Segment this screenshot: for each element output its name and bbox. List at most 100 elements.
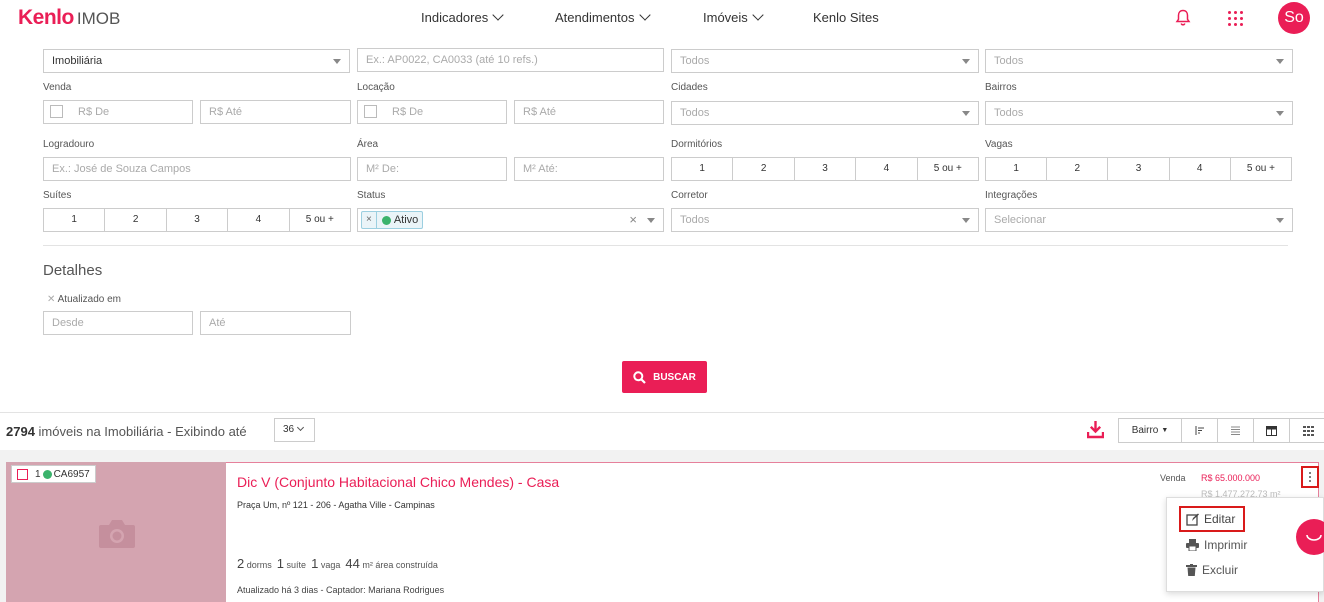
caret-down-icon (962, 218, 970, 223)
caret-down-icon: ▼ (1161, 427, 1169, 434)
dormitorios-option-4[interactable]: 4 (856, 158, 918, 180)
area-ate-input[interactable]: M² Até: (514, 157, 664, 181)
property-title[interactable]: Dic V (Conjunto Habitacional Chico Mende… (237, 474, 559, 490)
chevron-down-icon (752, 9, 764, 21)
remove-filter-icon[interactable]: ✕ (47, 294, 55, 305)
reference-placeholder: Ex.: AP0022, CA0033 (até 10 refs.) (366, 54, 538, 66)
top-navbar: Kenlo IMOB Indicadores Atendimentos Imóve… (0, 0, 1324, 36)
chat-fab-button[interactable] (1296, 519, 1324, 555)
venda-checkbox[interactable] (50, 105, 63, 118)
search-button-label: BUSCAR (653, 371, 696, 383)
property-photo[interactable] (6, 462, 226, 602)
cidades-select[interactable]: Todos (671, 101, 979, 125)
imobiliaria-value: Imobiliária (52, 55, 103, 67)
locacao-checkbox[interactable] (364, 105, 377, 118)
area-de-placeholder: M² De: (366, 163, 399, 175)
status-clear-icon[interactable]: × (629, 209, 637, 231)
menu-item-excluir[interactable]: Excluir (1186, 563, 1238, 577)
bell-icon[interactable] (1175, 9, 1191, 27)
suites-option-1[interactable]: 1 (44, 209, 106, 231)
logo-brand: Kenlo (18, 6, 74, 29)
atualizado-label: Atualizado em (57, 294, 121, 305)
logradouro-placeholder: Ex.: José de Souza Campos (52, 163, 191, 175)
integracoes-select[interactable]: Selecionar (985, 208, 1293, 232)
vagas-option-3[interactable]: 3 (1108, 158, 1170, 180)
sort-icon (1195, 426, 1204, 435)
caret-down-icon (1276, 111, 1284, 116)
table-view-button[interactable] (1254, 419, 1290, 442)
results-count-number: 2794 (6, 424, 35, 439)
tag-remove-icon[interactable]: × (362, 212, 377, 228)
desde-placeholder: Desde (52, 317, 84, 329)
list-view-button[interactable] (1218, 419, 1254, 442)
search-button[interactable]: BUSCAR (622, 361, 707, 393)
atualizado-desde-input[interactable]: Desde (43, 311, 193, 335)
type-select[interactable]: Todos (671, 49, 979, 73)
suites-option-3[interactable]: 3 (167, 209, 229, 231)
locacao-ate-placeholder: R$ Até (523, 106, 557, 118)
more-options-button[interactable] (1301, 466, 1319, 488)
vagas-option-1[interactable]: 1 (986, 158, 1048, 180)
menu-item-imprimir[interactable]: Imprimir (1186, 538, 1247, 552)
dormitorios-option-2[interactable]: 2 (733, 158, 795, 180)
suites-option-2[interactable]: 2 (105, 209, 167, 231)
logo-suffix: IMOB (76, 9, 121, 28)
bairros-select[interactable]: Todos (985, 101, 1293, 125)
vagas-option-4[interactable]: 4 (1170, 158, 1231, 180)
logradouro-label: Logradouro (43, 139, 95, 150)
venda-label: Venda (43, 82, 72, 93)
chevron-down-icon (492, 9, 504, 21)
dormitorios-option-5plus[interactable]: 5 ou + (918, 158, 978, 180)
nav-atendimentos[interactable]: Atendimentos (555, 9, 651, 25)
area-value: 44 (345, 556, 360, 571)
nav-kenlo-sites[interactable]: Kenlo Sites (813, 10, 879, 25)
dormitorios-option-3[interactable]: 3 (795, 158, 857, 180)
vagas-option-5plus[interactable]: 5 ou + (1231, 158, 1291, 180)
locacao-ate-input[interactable]: R$ Até (514, 100, 664, 124)
property-venda-label: Venda (1160, 473, 1186, 483)
dorms-label: dorms (246, 560, 272, 570)
atualizado-ate-input[interactable]: Até (200, 311, 351, 335)
imobiliaria-select[interactable]: Imobiliária (43, 49, 350, 73)
venda-ate-input[interactable]: R$ Até (200, 100, 351, 124)
kenlo-logo[interactable]: Kenlo IMOB (18, 6, 120, 30)
results-count-text: imóveis na Imobiliária - Exibindo até (38, 424, 247, 439)
caret-down-icon (647, 218, 655, 223)
sort-direction-button[interactable] (1182, 419, 1218, 442)
property-code: CA6957 (53, 468, 90, 480)
nav-indicadores-label: Indicadores (421, 10, 489, 25)
logradouro-input[interactable]: Ex.: José de Souza Campos (43, 157, 351, 181)
caret-down-icon (1276, 218, 1284, 223)
locacao-de-input[interactable]: R$ De (357, 100, 507, 124)
corretor-select[interactable]: Todos (671, 208, 979, 232)
area-label-text: m² área construída (362, 560, 438, 570)
sort-select[interactable]: Bairro ▼ (1119, 419, 1182, 442)
download-icon[interactable] (1087, 420, 1104, 439)
grid-view-button[interactable] (1290, 419, 1324, 442)
property-updated: Atualizado há 3 dias - Captador: Mariana… (237, 585, 445, 595)
vaga-count: 1 (311, 556, 319, 571)
suites-option-4[interactable]: 4 (228, 209, 290, 231)
print-icon (1186, 539, 1199, 551)
nav-indicadores[interactable]: Indicadores (421, 9, 504, 25)
venda-de-input[interactable]: R$ De (43, 100, 193, 124)
chevron-down-icon (638, 9, 651, 21)
section-divider (43, 245, 1288, 246)
per-page-select[interactable]: 36 (274, 418, 315, 442)
apps-grid-icon[interactable] (1228, 11, 1243, 26)
ate-placeholder: Até (209, 317, 226, 329)
nav-imoveis[interactable]: Imóveis (703, 9, 764, 25)
status-label: Status (357, 190, 386, 201)
vagas-option-2[interactable]: 2 (1047, 158, 1109, 180)
user-avatar[interactable]: So (1278, 2, 1310, 34)
search-icon (633, 370, 646, 384)
suites-option-5plus[interactable]: 5 ou + (290, 209, 350, 231)
property-select-checkbox[interactable] (17, 468, 28, 480)
vagas-selector: 1 2 3 4 5 ou + (985, 157, 1292, 181)
dormitorios-option-1[interactable]: 1 (672, 158, 734, 180)
nav-kenlo-sites-label: Kenlo Sites (813, 10, 879, 25)
area-de-input[interactable]: M² De: (357, 157, 507, 181)
reference-input[interactable]: Ex.: AP0022, CA0033 (até 10 refs.) (357, 48, 664, 72)
subtype-select[interactable]: Todos (985, 49, 1293, 73)
suites-label: Suítes (43, 190, 72, 201)
